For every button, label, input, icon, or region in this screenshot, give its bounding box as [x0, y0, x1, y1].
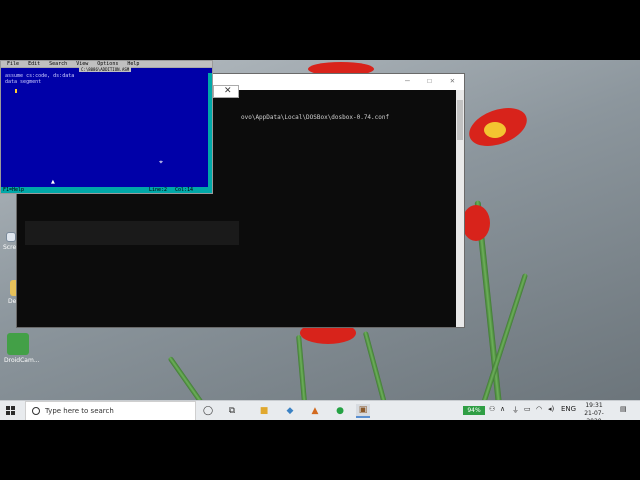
editor-text-area[interactable]: assume cs:code, ds:data data segment: [5, 73, 74, 85]
editor-filename: C:\8086\ADDITION.ASM: [79, 67, 132, 72]
app-icon[interactable]: ◆: [283, 404, 297, 418]
minimize-button[interactable]: —: [405, 76, 410, 85]
chevron-up-icon[interactable]: ∧: [500, 405, 505, 413]
flower-center: [484, 122, 506, 138]
taskbar: Type here to search ◯ ⧉ ■ ◆ ▲ ● ▣ 94% ⚇ …: [0, 400, 640, 420]
clock-time: 19:31: [585, 402, 603, 409]
status-help: F1=Help: [3, 187, 25, 193]
cortana-icon[interactable]: ◯: [201, 404, 215, 418]
scrollbar-thumb[interactable]: [457, 100, 463, 140]
mouse-pointer-icon: ⌖: [159, 158, 163, 166]
close-icon[interactable]: ✕: [224, 86, 232, 96]
volume-icon[interactable]: ◂): [548, 405, 554, 413]
close-button[interactable]: ✕: [450, 76, 455, 85]
windows-logo-icon: [11, 411, 15, 415]
dosbox-taskbar-icon[interactable]: ▣: [356, 404, 370, 418]
network-icon[interactable]: ▭: [524, 405, 531, 413]
person-icon[interactable]: ⚇: [489, 405, 495, 413]
status-column: Col:14: [175, 187, 194, 193]
desktop-icon[interactable]: DroidCam...: [2, 333, 40, 364]
matlab-icon[interactable]: ▲: [308, 404, 322, 418]
windows-logo-icon: [6, 411, 10, 415]
notification-icon[interactable]: ▤: [620, 405, 627, 413]
editor-filebar: C:\8086\ADDITION.ASM: [1, 67, 212, 72]
windows-logo-icon: [6, 406, 10, 410]
flower-bloom: [462, 205, 490, 241]
windows-logo-icon: [11, 406, 15, 410]
console-scrollbar[interactable]: [456, 90, 464, 327]
mouse-glyph-icon: ▲: [51, 179, 55, 185]
editor-scrollbar[interactable]: [208, 73, 212, 187]
editor-statusbar: F1=Help Line:2 Col:14: [1, 187, 212, 193]
desktop-icon-label: DroidCam...: [4, 357, 40, 364]
desktop: Fi Scre De DroidCam... — ☐ ✕ ovo\AppData…: [0, 60, 640, 420]
dos-editor-window[interactable]: File Edit Search View Options Help C:\80…: [0, 60, 213, 194]
search-placeholder: Type here to search: [45, 407, 114, 415]
clock-date: 21-07-2020: [584, 410, 604, 420]
droidcam-icon: [7, 333, 29, 355]
taskbar-search-box[interactable]: Type here to search: [25, 401, 196, 420]
code-line: data segment: [5, 79, 42, 85]
language-indicator[interactable]: ENG: [561, 405, 576, 413]
search-icon: [32, 407, 40, 415]
wifi-icon[interactable]: ◠: [536, 405, 542, 413]
whatsapp-icon[interactable]: ●: [333, 404, 347, 418]
dosbox-titlebar[interactable]: ✕: [213, 85, 239, 98]
text-cursor: [15, 89, 17, 93]
start-button[interactable]: [6, 406, 16, 416]
battery-indicator[interactable]: 94%: [463, 406, 485, 415]
usb-icon[interactable]: ⏚: [512, 405, 519, 415]
file-explorer-icon[interactable]: ■: [257, 404, 271, 418]
maximize-button[interactable]: ☐: [427, 76, 432, 85]
console-output: ovo\AppData\Local\DOSBox\dosbox-0.74.con…: [241, 114, 390, 121]
console-region: [25, 221, 239, 245]
status-line: Line:2: [149, 187, 168, 193]
clock[interactable]: 19:31 21-07-2020: [578, 402, 610, 420]
task-view-icon[interactable]: ⧉: [225, 404, 239, 418]
screenshot-icon: [6, 232, 16, 242]
